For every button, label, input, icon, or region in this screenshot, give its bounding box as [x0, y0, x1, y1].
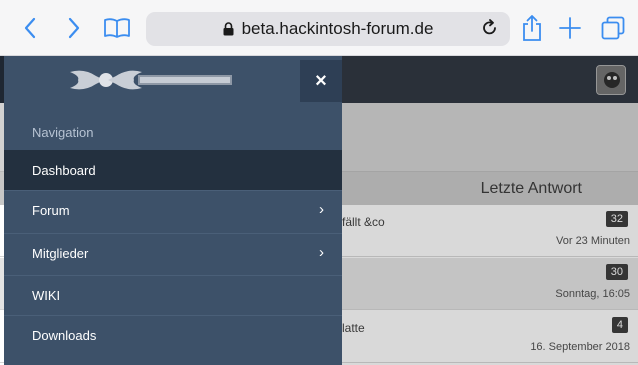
chevron-left-icon: [24, 17, 36, 39]
menu-item-label: WIKI: [32, 288, 61, 303]
reply-count-badge: 4: [611, 317, 628, 333]
menu-heading-navigation: Navigation: [4, 112, 342, 152]
lock-icon: [223, 22, 234, 36]
forward-button[interactable]: [62, 12, 86, 44]
menu-item-wiki[interactable]: WIKI: [4, 275, 342, 315]
last-reply-time: Sonntag, 16:05: [555, 288, 630, 300]
close-icon: ×: [315, 69, 327, 92]
chevron-right-icon: ›: [319, 201, 324, 218]
menu-heading-label: Navigation: [32, 124, 94, 140]
menu-item-label: Forum: [32, 203, 70, 218]
plus-icon: [559, 17, 581, 39]
share-button[interactable]: [518, 12, 546, 44]
last-reply-time: Vor 23 Minuten: [556, 235, 630, 247]
thread-title: latte: [342, 321, 365, 335]
url-text: beta.hackintosh-forum.de: [241, 19, 434, 38]
reply-count-badge: 32: [605, 211, 628, 227]
address-bar[interactable]: beta.hackintosh-forum.de: [146, 12, 510, 46]
menu-header: ×: [4, 56, 342, 104]
last-reply-time: 16. September 2018: [530, 341, 630, 353]
side-menu: × Navigation Dashboard Forum › Mitgliede…: [4, 56, 342, 365]
menu-item-mitglieder[interactable]: Mitglieder ›: [4, 233, 342, 273]
close-menu-button[interactable]: ×: [300, 60, 342, 102]
share-icon: [523, 15, 541, 41]
menu-item-forum[interactable]: Forum ›: [4, 190, 342, 230]
reply-count-badge: 30: [605, 264, 628, 280]
reload-icon[interactable]: [482, 19, 498, 37]
menu-item-downloads[interactable]: Downloads: [4, 315, 342, 355]
tabs-button[interactable]: [598, 12, 628, 44]
column-header-last-reply: Letzte Antwort: [480, 180, 582, 197]
menu-item-dashboard[interactable]: Dashboard: [4, 150, 342, 190]
bookmarks-button[interactable]: [102, 12, 132, 44]
tabs-icon: [601, 16, 625, 40]
thread-title: fällt &co: [342, 215, 385, 229]
avatar[interactable]: [596, 65, 626, 95]
chevron-right-icon: [68, 17, 80, 39]
book-icon: [104, 18, 130, 38]
menu-item-label: Dashboard: [32, 162, 96, 178]
new-tab-button[interactable]: [556, 12, 584, 44]
menu-item-label: Downloads: [32, 328, 97, 343]
chevron-right-icon: ›: [319, 244, 324, 261]
menu-item-label: Mitglieder: [32, 246, 89, 261]
browser-toolbar: beta.hackintosh-forum.de: [0, 0, 638, 56]
user-avatar-icon: [597, 66, 625, 94]
back-button[interactable]: [18, 12, 42, 44]
forum-logo: [70, 70, 232, 90]
